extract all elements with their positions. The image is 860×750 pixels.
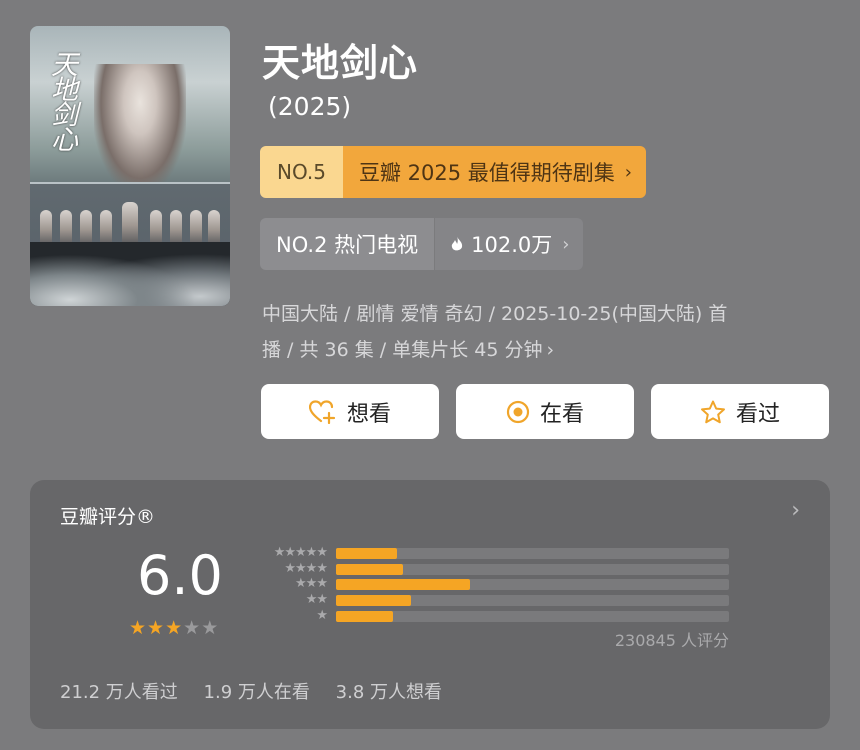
ranking-badge-hot-tv[interactable]: NO.2 热门电视 102.0万 › bbox=[260, 218, 584, 270]
star-outline-icon bbox=[700, 400, 725, 423]
ranking-badge-expected[interactable]: NO.5 豆瓣 2025 最值得期待剧集 › bbox=[260, 146, 646, 198]
poster-calligraphy: 天地剑心 bbox=[46, 50, 77, 150]
rating-bar-track bbox=[336, 611, 729, 622]
watched-button[interactable]: 看过 bbox=[651, 384, 829, 439]
chevron-right-icon: › bbox=[624, 161, 632, 183]
chevron-right-icon: › bbox=[562, 233, 570, 255]
chevron-right-icon[interactable]: › bbox=[791, 498, 800, 523]
rating-bar-5-star bbox=[336, 548, 397, 559]
release-year: (2025) bbox=[268, 92, 352, 121]
star-row-label: ★★★ bbox=[295, 576, 328, 591]
rating-bar-3-star bbox=[336, 579, 470, 590]
rank-label: 豆瓣 2025 最值得期待剧集 bbox=[358, 161, 615, 185]
rating-bar-2-star bbox=[336, 595, 411, 606]
rating-bar-track bbox=[336, 564, 729, 575]
hot-tv-rank: NO.2 热门电视 bbox=[260, 218, 435, 270]
douban-rating-panel[interactable]: 豆瓣评分® › 6.0 ★★★★★ ★★★★★ ★★★★ ★★★ ★★ ★ 230845… bbox=[30, 480, 830, 729]
star-row-label: ★★ bbox=[305, 592, 328, 607]
show-info[interactable]: 中国大陆 / 剧情 爱情 奇幻 / 2025-10-25(中国大陆) 首 播 /… bbox=[262, 296, 822, 368]
rating-title: 豆瓣评分® bbox=[60, 506, 156, 528]
rating-count: 230845 人评分 bbox=[614, 631, 729, 650]
star-filled-icon: ★ bbox=[165, 617, 184, 639]
heart-plus-icon bbox=[308, 399, 336, 424]
want-to-watch-button[interactable]: 想看 bbox=[261, 384, 439, 439]
rating-bar-1-star bbox=[336, 611, 393, 622]
watching-button[interactable]: 在看 bbox=[456, 384, 634, 439]
poster-waves bbox=[30, 242, 230, 306]
poster-hero-figure bbox=[94, 64, 186, 192]
page-title: 天地剑心 bbox=[262, 41, 419, 85]
heat-value: 102.0万 bbox=[471, 233, 553, 257]
rating-bar-track bbox=[336, 579, 729, 590]
star-filled-icon: ★ bbox=[129, 617, 148, 639]
star-filled-icon: ★ bbox=[147, 617, 166, 639]
watched-label: 看过 bbox=[735, 401, 780, 427]
watching-label: 在看 bbox=[539, 401, 584, 427]
star-row-label: ★★★★★ bbox=[273, 545, 328, 560]
rating-bar-track bbox=[336, 548, 729, 559]
chevron-right-icon: › bbox=[546, 339, 555, 361]
watch-stats: 21.2 万人看过 1.9 万人在看 3.8 万人想看 bbox=[60, 678, 462, 704]
info-line-2: 播 / 共 36 集 / 单集片长 45 分钟 bbox=[262, 339, 543, 361]
watching-count: 1.9 万人在看 bbox=[203, 682, 310, 703]
rank-number: NO.5 bbox=[260, 146, 343, 198]
rating-score: 6.0 bbox=[137, 544, 223, 607]
poster-image[interactable]: 天地剑心 bbox=[30, 26, 230, 306]
flame-icon bbox=[451, 236, 463, 251]
star-empty-icon: ★ bbox=[201, 617, 220, 639]
star-row-label: ★ bbox=[316, 608, 328, 623]
star-row-label: ★★★★ bbox=[284, 561, 328, 576]
rating-bar-track bbox=[336, 595, 729, 606]
info-line-1: 中国大陆 / 剧情 爱情 奇幻 / 2025-10-25(中国大陆) 首 bbox=[262, 303, 728, 325]
star-empty-icon: ★ bbox=[183, 617, 202, 639]
want-label: 想看 bbox=[346, 401, 391, 427]
watching-circle-icon bbox=[506, 400, 530, 423]
rating-bar-4-star bbox=[336, 564, 403, 575]
want-count: 3.8 万人想看 bbox=[335, 682, 442, 703]
rating-stars: ★★★★★ bbox=[129, 617, 219, 639]
watched-count: 21.2 万人看过 bbox=[60, 682, 178, 703]
